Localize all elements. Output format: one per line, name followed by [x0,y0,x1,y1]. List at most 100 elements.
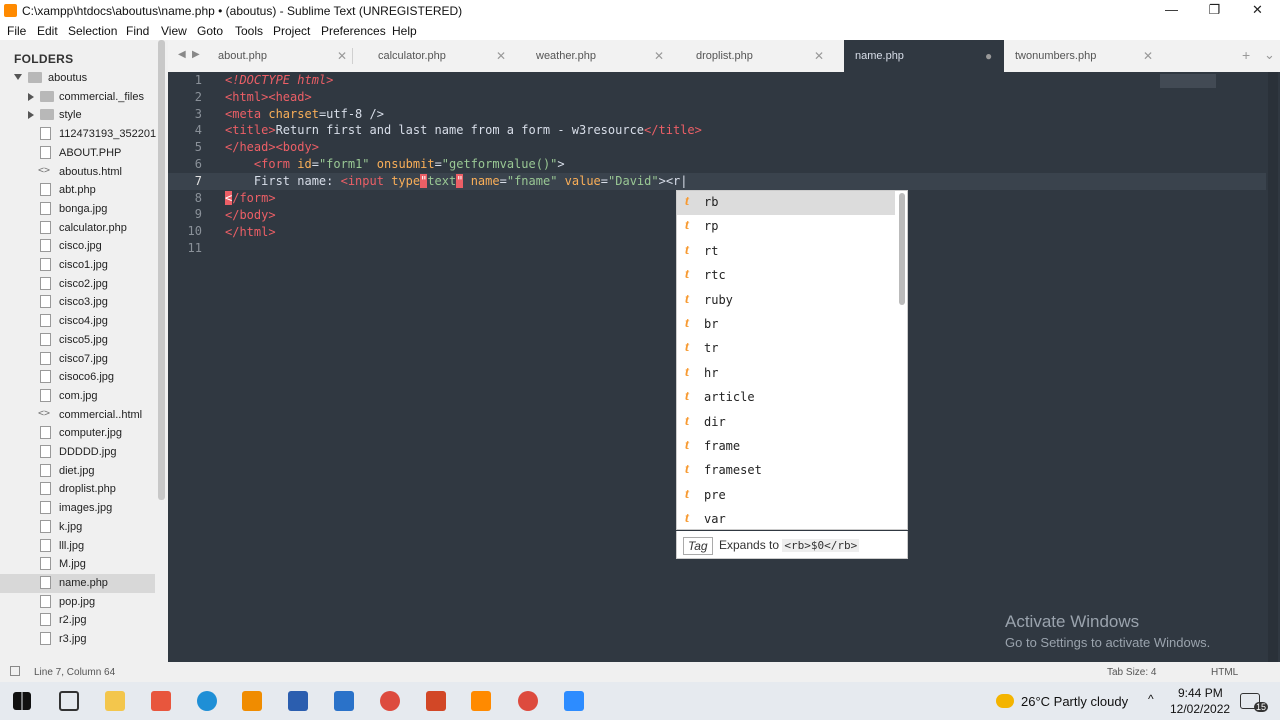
task-view-icon[interactable] [59,691,79,711]
tree-item[interactable]: cisco1.jpg [0,256,155,275]
tree-item[interactable]: ABOUT.PHP [0,144,155,163]
syntax-mode[interactable]: HTML [1211,667,1238,678]
weather-cloud-icon[interactable] [996,694,1014,708]
autocomplete-item[interactable]: t rb [677,191,895,216]
tree-item[interactable]: <> aboutus.html [0,163,155,182]
minimap[interactable] [1160,74,1216,88]
code-line-10[interactable]: </html> [225,224,276,241]
autocomplete-item[interactable]: t hr [677,362,895,386]
menu-tools[interactable]: Tools [235,24,263,38]
chrome-profile-icon[interactable] [518,691,538,711]
app-icon-orange[interactable] [151,691,171,711]
file-explorer-icon[interactable] [105,691,125,711]
tab-droplist[interactable]: droplist.php ✕ [646,40,836,72]
word-icon[interactable] [288,691,308,711]
autocomplete-item[interactable]: t tr [677,337,895,361]
new-tab-icon[interactable]: + [1242,47,1250,63]
tree-item[interactable]: com.jpg [0,387,155,406]
tree-item[interactable]: <> commercial..html [0,406,155,425]
tree-item[interactable]: name.php [0,573,155,593]
tab-menu-chevron-icon[interactable]: ⌄ [1264,47,1275,63]
code-line-7[interactable]: First name: <input type"text" name="fnam… [225,173,688,190]
code-line-6[interactable]: <form id="form1" onsubmit="getformvalue(… [225,156,565,173]
tab-size[interactable]: Tab Size: 4 [1107,667,1156,678]
menu-project[interactable]: Project [273,24,310,38]
tray-chevron-icon[interactable]: ^ [1148,692,1154,706]
menu-selection[interactable]: Selection [68,24,117,38]
tree-item[interactable]: calculator.php [0,219,155,238]
autocomplete-scrollbar[interactable] [899,193,905,305]
tree-item[interactable]: cisco2.jpg [0,275,155,294]
vlc-icon[interactable] [242,691,262,711]
code-line-1[interactable]: <!DOCTYPE html> [225,72,333,89]
tree-root-folder[interactable]: aboutus [0,69,155,88]
windows-start-icon[interactable] [13,692,31,710]
autocomplete-item[interactable]: t rtc [677,264,895,288]
menu-file[interactable]: File [7,24,26,38]
panel-toggle-icon[interactable] [10,666,20,676]
tree-item[interactable]: commercial._files [0,88,155,107]
weather-text[interactable]: 26°C Partly cloudy [1021,694,1128,709]
tree-item[interactable]: diet.jpg [0,462,155,481]
autocomplete-item[interactable]: t rp [677,215,895,239]
autocomplete-item[interactable]: t var [677,508,895,529]
autocomplete-item[interactable]: t br [677,313,895,337]
tree-item[interactable]: images.jpg [0,499,155,518]
tab-twonumbers[interactable]: twonumbers.php ✕ [965,40,1165,72]
menu-preferences[interactable]: Preferences [321,24,386,38]
tree-item[interactable]: r2.jpg [0,611,155,630]
code-line-5[interactable]: </head><body> [225,139,319,156]
chevron-down-icon[interactable] [14,74,22,80]
edge-icon[interactable] [197,691,217,711]
clock-time[interactable]: 9:44 PM [1178,686,1223,700]
tree-item[interactable]: 112473193_352201 [0,125,156,144]
powerpoint-icon[interactable] [426,691,446,711]
chevron-right-icon[interactable] [28,92,34,101]
tree-item[interactable]: cisco7.jpg [0,350,155,369]
autocomplete-item[interactable]: t ruby [677,289,895,313]
tree-item[interactable]: style [0,106,155,125]
tree-item[interactable]: DDDDD.jpg [0,443,155,462]
autocomplete-item[interactable]: t rt [677,240,895,264]
tree-item[interactable]: computer.jpg [0,424,155,443]
tree-item[interactable]: r3.jpg [0,630,155,649]
outlook-icon[interactable] [334,691,354,711]
minimize-button[interactable]: — [1150,0,1193,22]
autocomplete-item[interactable]: t dir [677,411,895,435]
code-line-3[interactable]: <meta charset=utf-8 /> [225,106,384,123]
code-line-4[interactable]: <title>Return first and last name from a… [225,122,702,139]
clock-date[interactable]: 12/02/2022 [1170,702,1230,716]
tree-item[interactable]: cisco5.jpg [0,331,155,350]
sublime-taskbar-icon[interactable] [471,691,491,711]
menu-help[interactable]: Help [392,24,417,38]
chevron-right-icon[interactable] [28,111,34,120]
zoom-icon[interactable] [564,691,584,711]
tree-item[interactable]: pop.jpg [0,593,155,612]
tree-item[interactable]: abt.php [0,181,155,200]
autocomplete-item[interactable]: t frameset [677,459,895,483]
tree-item[interactable]: cisco3.jpg [0,293,155,312]
tree-item[interactable]: cisco.jpg [0,237,155,256]
close-button[interactable]: ✕ [1236,0,1279,22]
restore-button[interactable]: ❐ [1193,0,1236,22]
menu-find[interactable]: Find [126,24,149,38]
chrome-icon[interactable] [380,691,400,711]
tree-item[interactable]: bonga.jpg [0,200,155,219]
code-line-8[interactable]: </form> [225,190,276,207]
sidebar-scrollbar[interactable] [158,40,165,500]
menu-view[interactable]: View [161,24,187,38]
menu-goto[interactable]: Goto [197,24,223,38]
tree-item[interactable]: cisoco6.jpg [0,368,155,387]
autocomplete-item[interactable]: t pre [677,484,895,508]
code-line-2[interactable]: <html><head> [225,89,312,106]
autocomplete-item[interactable]: t frame [677,435,895,459]
menu-edit[interactable]: Edit [37,24,58,38]
tab-close-icon[interactable]: ✕ [814,49,824,63]
tab-close-icon[interactable]: ✕ [1143,49,1153,63]
autocomplete-item[interactable]: t article [677,386,895,410]
tree-item[interactable]: droplist.php [0,480,155,499]
code-line-9[interactable]: </body> [225,207,276,224]
tree-item[interactable]: M.jpg [0,555,155,574]
tree-item[interactable]: cisco4.jpg [0,312,155,331]
tree-item[interactable]: k.jpg [0,518,155,537]
